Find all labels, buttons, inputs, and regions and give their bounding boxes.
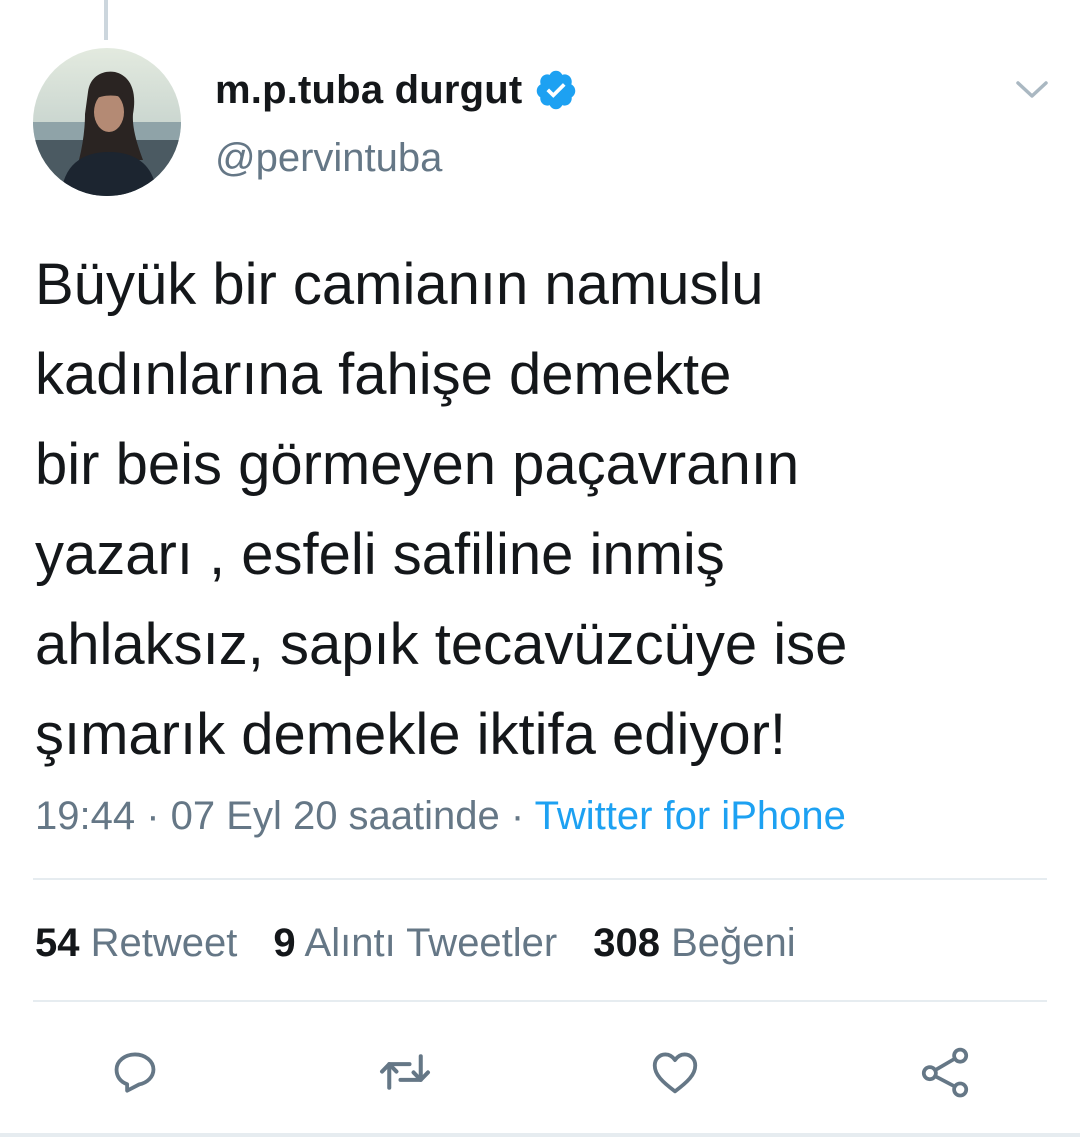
like-label: Beğeni	[671, 921, 796, 965]
like-button[interactable]	[645, 1042, 705, 1102]
retweet-label: Retweet	[90, 921, 238, 965]
retweet-icon	[380, 1054, 430, 1090]
tweet-text-line: şımarık demekle iktifa ediyor!	[35, 702, 787, 767]
like-count-stat[interactable]: 308 Beğeni	[593, 915, 795, 971]
reply-button[interactable]	[105, 1042, 165, 1102]
thread-connector-line	[104, 0, 108, 40]
tweet-text-line: kadınlarına fahişe demekte	[35, 342, 732, 407]
chevron-down-icon[interactable]	[1012, 74, 1052, 104]
engagement-stats: 54 Retweet 9 Alıntı Tweetler 308 Beğeni	[35, 915, 796, 971]
quote-label: Alıntı Tweetler	[304, 921, 558, 965]
share-icon	[921, 1047, 969, 1098]
retweet-count: 54	[35, 921, 80, 965]
quote-count: 9	[273, 921, 296, 965]
author-name-row[interactable]: m.p.tuba durgut	[215, 62, 578, 118]
verified-badge-icon	[537, 70, 576, 110]
avatar-photo	[33, 48, 181, 196]
author-display-name[interactable]: m.p.tuba durgut	[215, 68, 522, 113]
tweet-text-line: ahlaksız, sapık tecavüzcüye ise	[35, 612, 848, 677]
retweet-button[interactable]	[375, 1042, 435, 1102]
retweet-count-stat[interactable]: 54 Retweet	[35, 915, 237, 971]
divider	[33, 1000, 1047, 1002]
author-handle[interactable]: @pervintuba	[215, 136, 442, 181]
tweet-action-bar	[0, 1042, 1080, 1102]
tweet-text-line: Büyük bir camianın namuslu	[35, 252, 764, 317]
tweet-source-link[interactable]: Twitter for iPhone	[535, 794, 846, 838]
tweet-time: 19:44	[35, 794, 136, 838]
divider	[0, 1133, 1080, 1137]
divider	[33, 878, 1047, 880]
share-button[interactable]	[915, 1042, 975, 1102]
avatar[interactable]	[33, 48, 181, 196]
tweet-date: 07 Eyl 20 saatinde	[170, 794, 500, 838]
tweet-text: Büyük bir camianın namuslu kadınlarına f…	[35, 240, 1045, 780]
like-count: 308	[593, 921, 660, 965]
tweet-text-line: yazarı , esfeli safiline inmiş	[35, 522, 725, 587]
tweet-metadata: 19:44 · 07 Eyl 20 saatinde · Twitter for…	[35, 790, 846, 842]
meta-separator: ·	[499, 794, 535, 838]
heart-icon	[652, 1052, 698, 1094]
quote-count-stat[interactable]: 9 Alıntı Tweetler	[273, 915, 557, 971]
meta-separator: ·	[135, 794, 171, 838]
reply-icon	[114, 1052, 156, 1093]
tweet-text-line: bir beis görmeyen paçavranın	[35, 432, 800, 497]
